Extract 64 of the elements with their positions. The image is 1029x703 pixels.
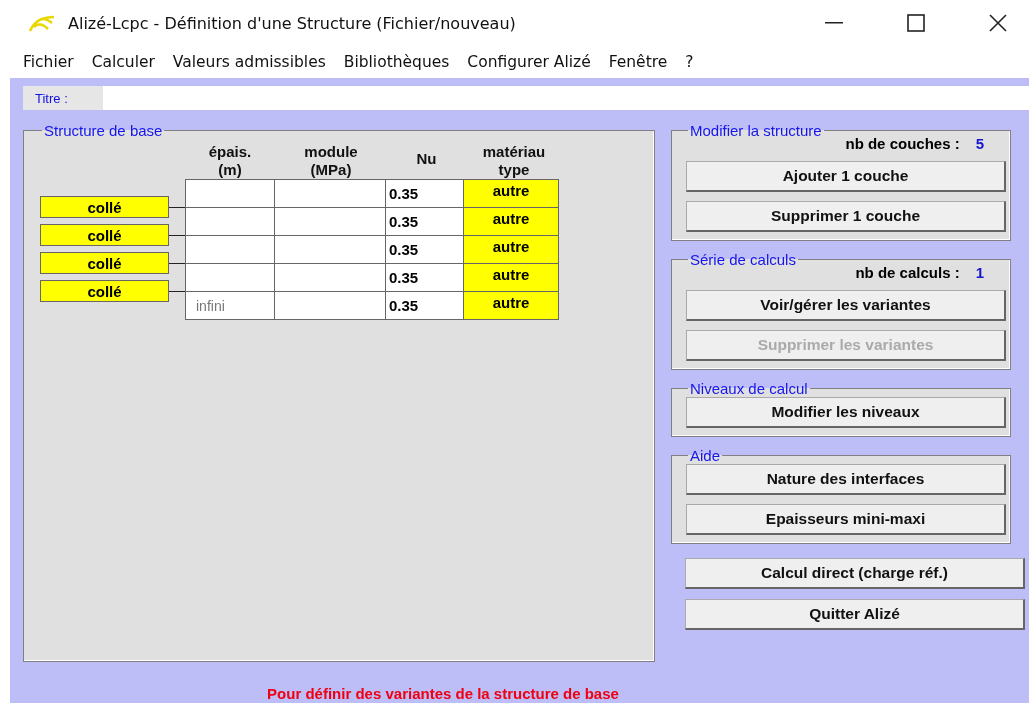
panel-button[interactable]: Voir/gérer les variantes <box>686 290 1006 321</box>
column-header: Nu <box>415 150 438 168</box>
interface-label[interactable]: collé <box>40 196 169 218</box>
column-header: matériau type <box>481 143 547 179</box>
module-cell[interactable] <box>274 291 386 320</box>
counter-label: nb de calculs : <box>855 264 960 281</box>
group-legend: Aide <box>688 447 723 464</box>
palm-logo-icon <box>28 13 56 33</box>
connector-line <box>169 290 185 292</box>
panel-button[interactable]: Modifier les niveaux <box>686 397 1006 428</box>
panel-button[interactable]: Ajouter 1 couche <box>686 161 1006 192</box>
group-legend: Niveaux de calcul <box>688 380 810 397</box>
module-cell[interactable] <box>274 179 386 208</box>
menu-item[interactable]: ? <box>676 53 703 71</box>
action-button[interactable]: Calcul direct (charge réf.) <box>685 558 1025 589</box>
column-header: module (MPa) <box>303 143 359 179</box>
material-cell[interactable]: autre <box>463 207 559 236</box>
field-label: Titre : <box>23 86 103 110</box>
thickness-cell[interactable] <box>185 207 275 236</box>
interface-label[interactable]: collé <box>40 280 169 302</box>
title-input-field[interactable] <box>103 86 1029 110</box>
nu-cell[interactable]: 0.35 <box>385 235 464 264</box>
panel-button[interactable]: Nature des interfaces <box>686 464 1006 495</box>
group-legend: Structure de base <box>42 122 165 139</box>
menu-item[interactable]: Calculer <box>82 53 164 71</box>
connector-line <box>169 206 185 208</box>
menu-item[interactable]: Bibliothèques <box>334 53 459 71</box>
material-cell[interactable]: autre <box>463 179 559 208</box>
interface-label[interactable]: collé <box>40 224 169 246</box>
module-cell[interactable] <box>274 235 386 264</box>
panel-button[interactable]: Epaisseurs mini-maxi <box>686 504 1006 535</box>
nu-cell[interactable]: 0.35 <box>385 291 464 320</box>
interface-label[interactable]: collé <box>40 252 169 274</box>
counter-value: 1 <box>975 264 984 281</box>
nu-cell[interactable]: 0.35 <box>385 207 464 236</box>
nu-cell[interactable]: 0.35 <box>385 263 464 292</box>
thickness-cell[interactable] <box>185 263 275 292</box>
counter-label: nb de couches : <box>845 135 960 152</box>
minimize-icon[interactable] <box>825 22 843 24</box>
nu-cell[interactable]: 0.35 <box>385 179 464 208</box>
module-cell[interactable] <box>274 263 386 292</box>
material-cell[interactable]: autre <box>463 235 559 264</box>
action-button[interactable]: Quitter Alizé <box>685 599 1025 630</box>
hint-message: Pour définir des variantes de la structure de base <box>266 685 620 703</box>
maximize-icon[interactable] <box>907 14 925 32</box>
material-cell[interactable]: autre <box>463 291 559 320</box>
counter-value: 5 <box>975 135 984 152</box>
close-icon[interactable] <box>989 14 1007 32</box>
window-title: Alizé-Lcpc - Définition d'une Structure (Fichier/nouveau) <box>68 13 516 33</box>
connector-line <box>169 262 185 264</box>
group-legend: Modifier la structure <box>688 122 824 139</box>
menu-item[interactable]: Configurer Alizé <box>458 53 600 71</box>
thickness-cell[interactable] <box>185 179 275 208</box>
menu-item[interactable]: Fenêtre <box>599 53 677 71</box>
connector-line <box>169 234 185 236</box>
group-legend: Série de calculs <box>688 251 798 268</box>
material-cell[interactable]: autre <box>463 263 559 292</box>
menu-item[interactable]: Valeurs admissibles <box>163 53 335 71</box>
thickness-cell[interactable]: infini <box>185 291 275 320</box>
menu-item[interactable]: Fichier <box>14 53 83 71</box>
panel-button[interactable]: Supprimer 1 couche <box>686 201 1006 232</box>
thickness-cell[interactable] <box>185 235 275 264</box>
module-cell[interactable] <box>274 207 386 236</box>
column-header: épais. (m) <box>207 143 253 179</box>
